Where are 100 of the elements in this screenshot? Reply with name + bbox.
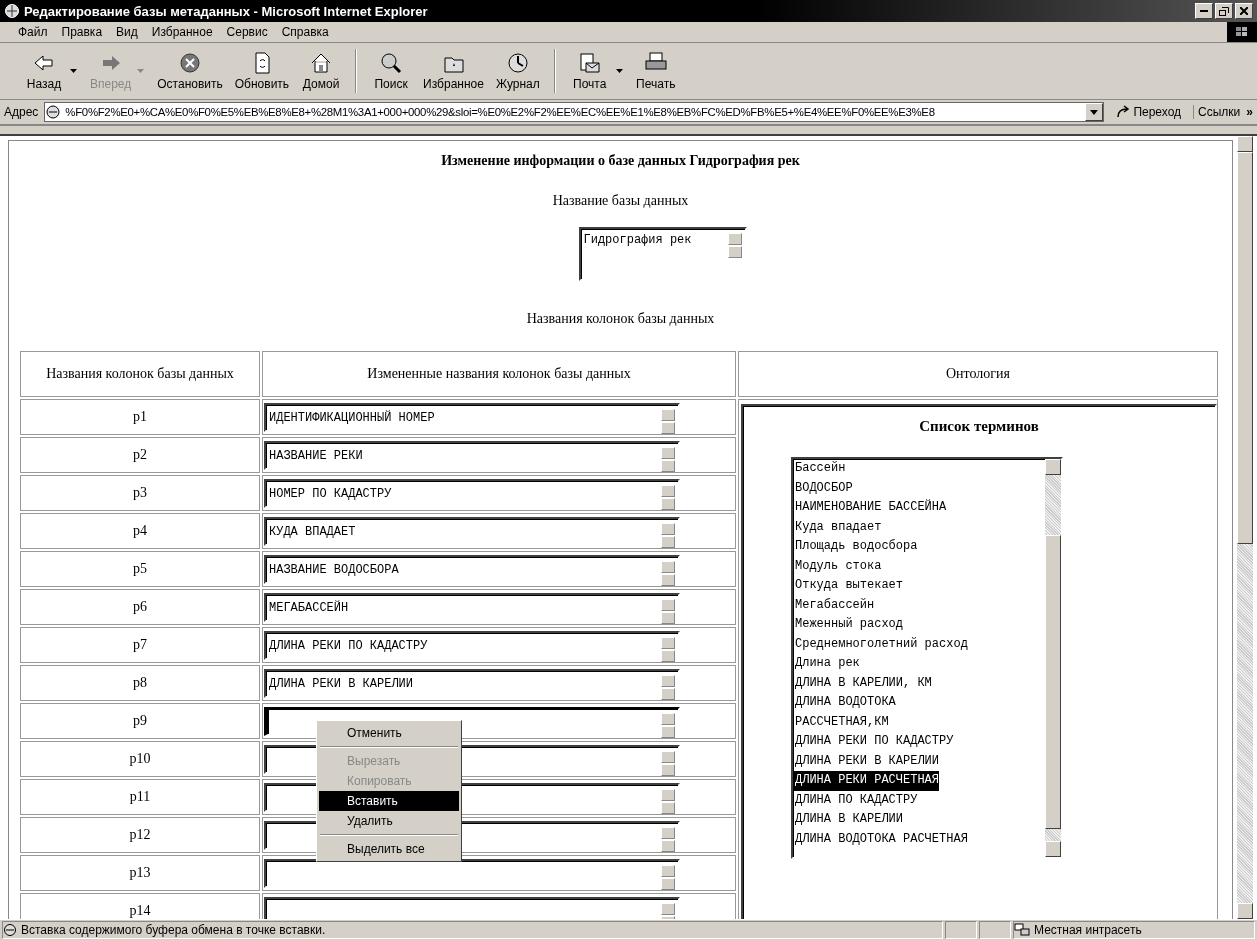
text-area[interactable]: КУДА ВПАДАЕТ bbox=[264, 516, 680, 546]
search-icon bbox=[379, 51, 404, 75]
close-icon bbox=[1240, 7, 1248, 15]
list-item[interactable]: ВОДОСБОР bbox=[793, 478, 853, 498]
minimize-icon bbox=[1200, 10, 1208, 12]
list-item[interactable]: Бассейн bbox=[793, 459, 846, 479]
term-list[interactable] bbox=[791, 457, 1063, 859]
security-zone: Местная интрасеть bbox=[1013, 921, 1255, 939]
page-heading: Изменение информации о базе данных Гидрография рек bbox=[440, 153, 801, 169]
menu-item[interactable]: Удалить bbox=[319, 811, 459, 831]
menu-item[interactable]: Выделить все bbox=[319, 839, 459, 859]
dropdown-caret-icon[interactable] bbox=[70, 69, 77, 73]
list-item[interactable]: Среднемноголетний расход bbox=[793, 634, 968, 654]
field-label: Название базы данных bbox=[551, 193, 690, 209]
text-area[interactable] bbox=[264, 858, 680, 888]
table-cell: p2 bbox=[20, 437, 260, 473]
list-item[interactable]: Мегабассейн bbox=[793, 595, 875, 615]
table-cell: p7 bbox=[20, 627, 260, 663]
toolbar-button[interactable]: Печать bbox=[629, 51, 682, 91]
text-area[interactable]: ДЛИНА РЕКИ В КАРЕЛИИ bbox=[264, 668, 680, 698]
stop-icon bbox=[178, 51, 202, 75]
address-label: Адрес bbox=[4, 105, 39, 119]
scrollbar[interactable] bbox=[1045, 459, 1061, 857]
restore-button[interactable] bbox=[1215, 3, 1233, 19]
go-arrow-icon bbox=[1116, 105, 1131, 119]
list-item[interactable]: ДЛИНА ВОДОТОКА РАСЧЕТНАЯ bbox=[793, 829, 968, 849]
text-area[interactable]: НАЗВАНИЕ РЕКИ bbox=[264, 440, 680, 470]
menu-item[interactable]: Вставить bbox=[319, 791, 459, 811]
toolbar-button[interactable]: Назад bbox=[18, 51, 70, 91]
toolbar-button[interactable]: Остановить bbox=[151, 51, 229, 91]
list-item[interactable]: Площадь водосбора bbox=[793, 537, 918, 557]
menu-item[interactable]: Вид bbox=[116, 25, 138, 39]
menu-item[interactable]: Справка bbox=[281, 25, 329, 39]
list-title: Список терминов bbox=[919, 418, 1039, 435]
text-area[interactable]: ДЛИНА РЕКИ ПО КАДАСТРУ bbox=[264, 630, 680, 660]
table-cell: p3 bbox=[20, 475, 260, 511]
status-text: Вставка содержимого буфера обмена в точке вставки. bbox=[2, 921, 943, 939]
table-cell: p5 bbox=[20, 551, 260, 587]
globe-icon bbox=[4, 3, 20, 19]
restore-icon bbox=[1219, 6, 1229, 16]
text-area[interactable] bbox=[264, 896, 680, 919]
column-header: Названия колонок базы данных bbox=[20, 351, 260, 397]
table-cell: p14 bbox=[20, 893, 260, 919]
list-item[interactable]: Откуда вытекает bbox=[793, 576, 904, 596]
go-button[interactable]: Переход bbox=[1110, 105, 1188, 119]
minimize-button[interactable] bbox=[1195, 3, 1213, 19]
table-cell: p6 bbox=[20, 589, 260, 625]
network-icon bbox=[1014, 923, 1030, 937]
list-item[interactable]: ДЛИНА РЕКИ РАСЧЕТНАЯ bbox=[793, 771, 940, 791]
text-area[interactable]: НАЗВАНИЕ ВОДОСБОРА bbox=[264, 554, 680, 584]
list-item[interactable]: РАССЧЕТНАЯ,КМ bbox=[793, 712, 889, 732]
menu-item[interactable]: Правка bbox=[61, 25, 103, 39]
links-button[interactable]: Ссылки bbox=[1193, 105, 1241, 119]
text-area[interactable]: ИДЕНТИФИКАЦИОННЫЙ НОМЕР bbox=[264, 402, 680, 432]
toolbar-button[interactable]: Обновить bbox=[228, 51, 296, 91]
text-area[interactable]: МЕГАБАССЕЙН bbox=[264, 592, 680, 622]
toolbar-button[interactable]: Поиск bbox=[365, 51, 418, 91]
caret-icon bbox=[1090, 109, 1099, 115]
address-field[interactable]: %F0%F2%E0+%CA%E0%F0%E5%EB%E8%E8+%28M1%3A1+000+000%29&sloi=%E0%E2%F2%EE%EC%EE%E1%E8%EB%FC%ED%FB%E5+%E4%EE%F0%EE%E3%E8 bbox=[44, 102, 1105, 122]
list-item[interactable]: ДЛИНА В КАРЕЛИИ bbox=[793, 810, 904, 830]
list-item[interactable]: Меженный расход bbox=[793, 615, 904, 635]
list-item[interactable]: ДЛИНА В КАРЕЛИИ, КМ bbox=[793, 673, 932, 693]
clock-icon bbox=[505, 51, 530, 75]
table-cell: p1 bbox=[20, 399, 260, 435]
section-label: Названия колонок базы данных bbox=[525, 311, 716, 327]
more-button[interactable]: » bbox=[1246, 105, 1257, 119]
list-item[interactable]: Модуль стока bbox=[793, 556, 882, 576]
list-item[interactable]: ДЛИНА ПО КАДАСТРУ bbox=[793, 790, 918, 810]
menu-item[interactable]: Сервис bbox=[226, 25, 268, 39]
toolbar-button[interactable]: Журнал bbox=[489, 51, 546, 91]
toolbar-button[interactable]: Почта bbox=[563, 51, 616, 91]
column-header: Онтология bbox=[738, 351, 1218, 397]
mail-icon bbox=[577, 51, 602, 75]
page-scrollbar[interactable] bbox=[1237, 136, 1253, 919]
table-cell: p4 bbox=[20, 513, 260, 549]
table-cell: p10 bbox=[20, 741, 260, 777]
list-item[interactable]: ДЛИНА РЕКИ В КАРЕЛИИ bbox=[793, 751, 940, 771]
table-cell: p11 bbox=[20, 779, 260, 815]
toolbar-button[interactable]: Избранное bbox=[417, 51, 490, 91]
toolbar-button[interactable]: Домой bbox=[295, 51, 348, 91]
close-button[interactable] bbox=[1235, 3, 1253, 19]
text-area[interactable]: НОМЕР ПО КАДАСТРУ bbox=[264, 478, 680, 508]
table-cell: p9 bbox=[20, 703, 260, 739]
status-panel bbox=[979, 921, 1011, 939]
list-item[interactable]: НАИМЕНОВАНИЕ БАССЕЙНА bbox=[793, 498, 947, 518]
list-item[interactable]: Длина рек bbox=[793, 654, 860, 674]
list-item[interactable]: ДЛИНА ВОДОТОКА bbox=[793, 693, 896, 713]
menu-item[interactable]: Файл bbox=[18, 25, 48, 39]
table-cell: p8 bbox=[20, 665, 260, 701]
list-item[interactable]: ДЛИНА РЕКИ ПО КАДАСТРУ bbox=[793, 732, 954, 752]
window-title: Редактирование базы метаданных - Microsoft Internet Explorer bbox=[24, 3, 429, 19]
text-area[interactable]: Гидрография рек bbox=[578, 227, 747, 281]
list-item[interactable]: Куда впадает bbox=[793, 517, 882, 537]
column-header: Измененные названия колонок базы данных bbox=[262, 351, 736, 397]
table-cell: p13 bbox=[20, 855, 260, 891]
dropdown-caret-icon[interactable] bbox=[615, 69, 623, 73]
table-cell: p12 bbox=[20, 817, 260, 853]
menu-item[interactable]: Избранное bbox=[151, 25, 213, 39]
dropdown-button[interactable] bbox=[1085, 103, 1104, 121]
menu-item[interactable]: Отменить bbox=[319, 723, 459, 743]
